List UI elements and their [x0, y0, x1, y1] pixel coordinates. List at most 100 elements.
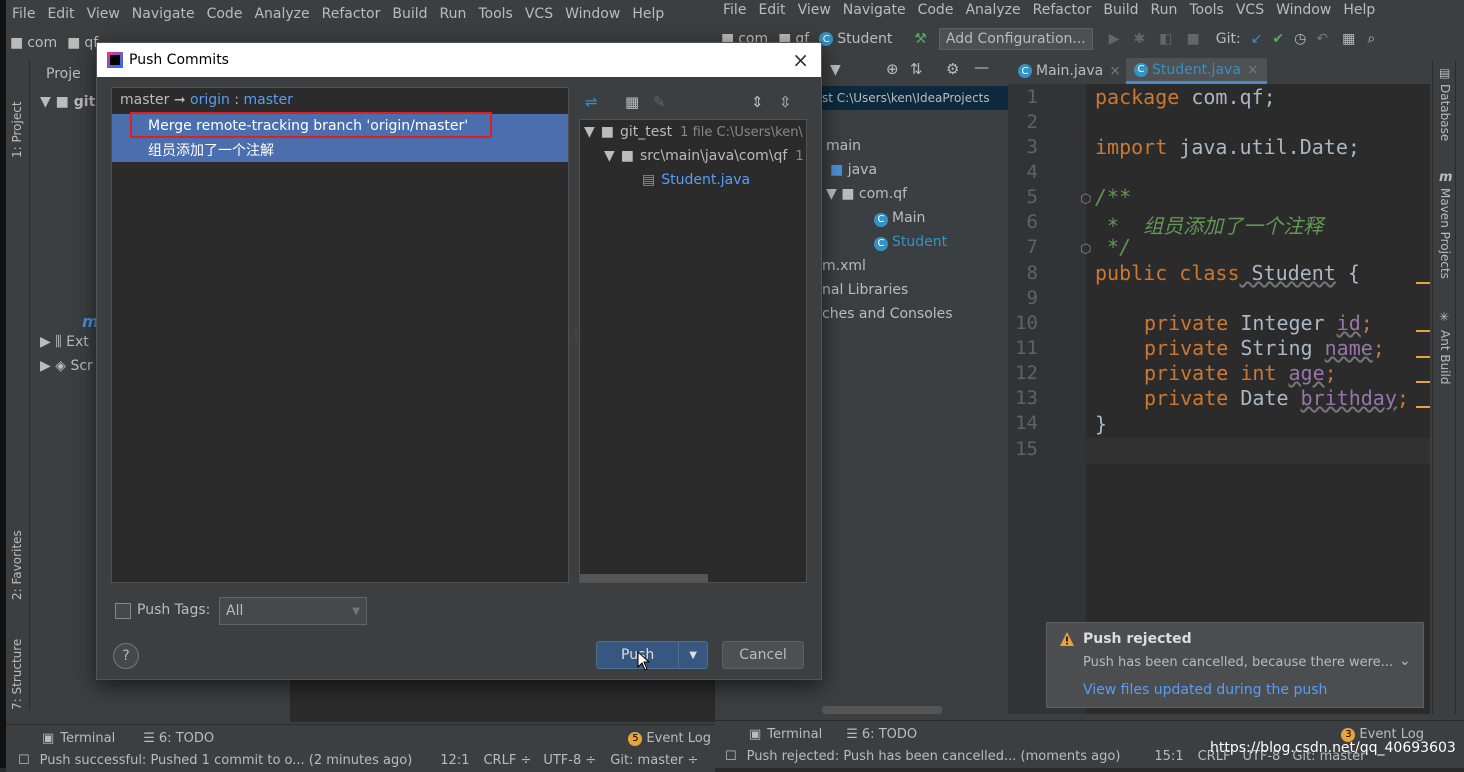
menu-build[interactable]: Build [386, 6, 433, 22]
left-todo-tab[interactable]: 6: TODO [159, 731, 214, 746]
warning-marker[interactable] [1416, 381, 1430, 383]
expand-all-icon[interactable]: ⇕ [751, 93, 764, 111]
build-hammer-icon[interactable]: ⚒ [914, 31, 927, 47]
menu-navigate[interactable]: Navigate [837, 2, 912, 18]
tree-git[interactable]: ▼ ■ git [40, 94, 95, 110]
close-icon[interactable]: × [1109, 63, 1121, 79]
menu-view[interactable]: View [81, 6, 126, 22]
tree-java[interactable]: ■ java [830, 162, 877, 178]
tree-scr[interactable]: ▶ ◈ Scr [40, 358, 93, 374]
menu-analyze[interactable]: Analyze [959, 2, 1026, 18]
menu-build[interactable]: Build [1097, 2, 1144, 18]
menu-vcs[interactable]: VCS [1230, 2, 1270, 18]
push-options-arrow-icon[interactable]: ▼ [679, 650, 707, 661]
right-terminal-tab[interactable]: Terminal [767, 727, 822, 742]
left-caret-position[interactable]: 12:1 [440, 753, 469, 768]
menu-run[interactable]: Run [1145, 2, 1184, 18]
tree-student-file[interactable]: ▤ Student.java [642, 168, 750, 192]
push-button[interactable]: Push ▼ [596, 641, 708, 669]
tree-external-libraries[interactable]: nal Libraries [822, 282, 908, 298]
push-rejected-notification[interactable]: Push rejected Push has been cancelled, b… [1046, 622, 1424, 708]
remote-branch[interactable]: master [244, 92, 293, 108]
menu-help[interactable]: Help [1337, 2, 1381, 18]
collapse-icon[interactable]: ⇅ [910, 60, 923, 78]
locate-icon[interactable]: ⊕ [886, 60, 899, 78]
tree-src-folder[interactable]: ▼ ■ src\main\java\com\qf 1 [604, 144, 804, 168]
tree-student-class[interactable]: C Student [874, 234, 947, 251]
hide-icon[interactable]: — [974, 58, 989, 76]
group-by-icon[interactable]: ▦ [625, 93, 639, 111]
search-icon[interactable]: ⌕ [1367, 31, 1375, 47]
menu-window[interactable]: Window [1270, 2, 1337, 18]
left-status-message[interactable]: Push successful: Pushed 1 commit to o...… [40, 753, 413, 768]
remote-name[interactable]: origin [190, 92, 230, 108]
tree-ext[interactable]: ▶ ⫼ Ext [40, 334, 89, 350]
tab-structure[interactable]: 7: Structure [10, 620, 24, 710]
menu-edit[interactable]: Edit [41, 6, 80, 22]
menu-run[interactable]: Run [434, 6, 473, 22]
git-update-icon[interactable]: ↙ [1251, 31, 1263, 47]
left-terminal-tab[interactable]: Terminal [60, 731, 115, 746]
menu-window[interactable]: Window [559, 6, 626, 22]
tree-com-qf[interactable]: ▼ ■ com.qf [826, 186, 907, 202]
fold-icon[interactable]: ⬡ [1080, 242, 1091, 257]
git-history-icon[interactable]: ◷ [1294, 31, 1306, 47]
menu-file[interactable]: File [717, 2, 752, 18]
tab-maven-projects[interactable]: Maven Projects [1438, 188, 1452, 288]
right-caret-position[interactable]: 15:1 [1154, 749, 1183, 764]
tab-student-java[interactable]: C Student.java × [1126, 58, 1267, 84]
push-tags-checkbox[interactable] [115, 603, 131, 619]
debug-icon[interactable]: ✱ [1134, 31, 1146, 47]
tree-main-class[interactable]: C Main [874, 210, 925, 227]
settings-gear-icon[interactable]: ⚙ [946, 60, 959, 78]
stop-icon[interactable]: ■ [1187, 31, 1200, 47]
menu-help[interactable]: Help [626, 6, 670, 22]
files-scrollbar[interactable] [580, 574, 708, 582]
menu-tools[interactable]: Tools [472, 6, 519, 22]
help-button[interactable]: ? [113, 643, 139, 669]
left-event-log-tab[interactable]: Event Log [646, 731, 711, 746]
menu-refactor[interactable]: Refactor [316, 6, 387, 22]
git-commit-icon[interactable]: ✔ [1272, 31, 1284, 47]
nav-com[interactable]: com [27, 35, 57, 51]
close-icon[interactable]: × [1247, 62, 1259, 78]
tab-database[interactable]: Database [1438, 84, 1452, 154]
tab-ant-build[interactable]: Ant Build [1438, 330, 1452, 400]
add-configuration-button[interactable]: Add Configuration... [938, 28, 1093, 50]
warning-marker[interactable] [1416, 282, 1430, 284]
show-diff-icon[interactable]: ⇌ [585, 93, 598, 111]
collapse-all-icon[interactable]: ⇳ [779, 93, 792, 111]
commit-row[interactable]: 组员添加了一个注解 [112, 138, 568, 162]
tab-project[interactable]: 1: Project [10, 78, 24, 158]
tree-pom-xml[interactable]: m.xml [822, 258, 866, 274]
menu-code[interactable]: Code [201, 6, 249, 22]
menu-file[interactable]: File [6, 6, 41, 22]
menu-code[interactable]: Code [912, 2, 960, 18]
warning-marker[interactable] [1416, 330, 1430, 332]
menu-tools[interactable]: Tools [1183, 2, 1230, 18]
tags-dropdown[interactable]: All ▼ [219, 597, 367, 625]
menu-view[interactable]: View [792, 2, 837, 18]
view-updated-files-link[interactable]: View files updated during the push [1083, 682, 1327, 698]
project-structure-icon[interactable]: ▦ [1342, 31, 1355, 47]
horizontal-scrollbar[interactable] [822, 706, 942, 714]
tree-scratches[interactable]: ches and Consoles [822, 306, 953, 322]
tree-dropdown-icon[interactable]: ▼ [830, 62, 841, 78]
expand-chevron-icon[interactable]: ⌄ [1399, 653, 1411, 669]
right-todo-tab[interactable]: 6: TODO [862, 727, 917, 742]
menu-analyze[interactable]: Analyze [248, 6, 315, 22]
warning-marker[interactable] [1416, 406, 1430, 408]
project-root-row[interactable]: st C:\Users\ken\IdeaProjects [822, 86, 1008, 110]
left-line-separator[interactable]: CRLF ÷ [483, 753, 531, 768]
coverage-icon[interactable]: ◧ [1159, 31, 1172, 47]
left-encoding[interactable]: UTF-8 ÷ [543, 753, 596, 768]
menu-vcs[interactable]: VCS [519, 6, 559, 22]
fold-icon[interactable]: ⬡ [1080, 192, 1091, 207]
dialog-close-icon[interactable]: × [792, 48, 809, 72]
menu-refactor[interactable]: Refactor [1027, 2, 1098, 18]
tree-root-git-test[interactable]: ▼ ■ git_test 1 file C:\Users\ken\ [584, 120, 803, 144]
edit-source-icon[interactable]: ✎ [653, 93, 666, 111]
menu-navigate[interactable]: Navigate [126, 6, 201, 22]
nav-student[interactable]: Student [837, 31, 892, 47]
run-icon[interactable]: ▶ [1109, 31, 1120, 47]
